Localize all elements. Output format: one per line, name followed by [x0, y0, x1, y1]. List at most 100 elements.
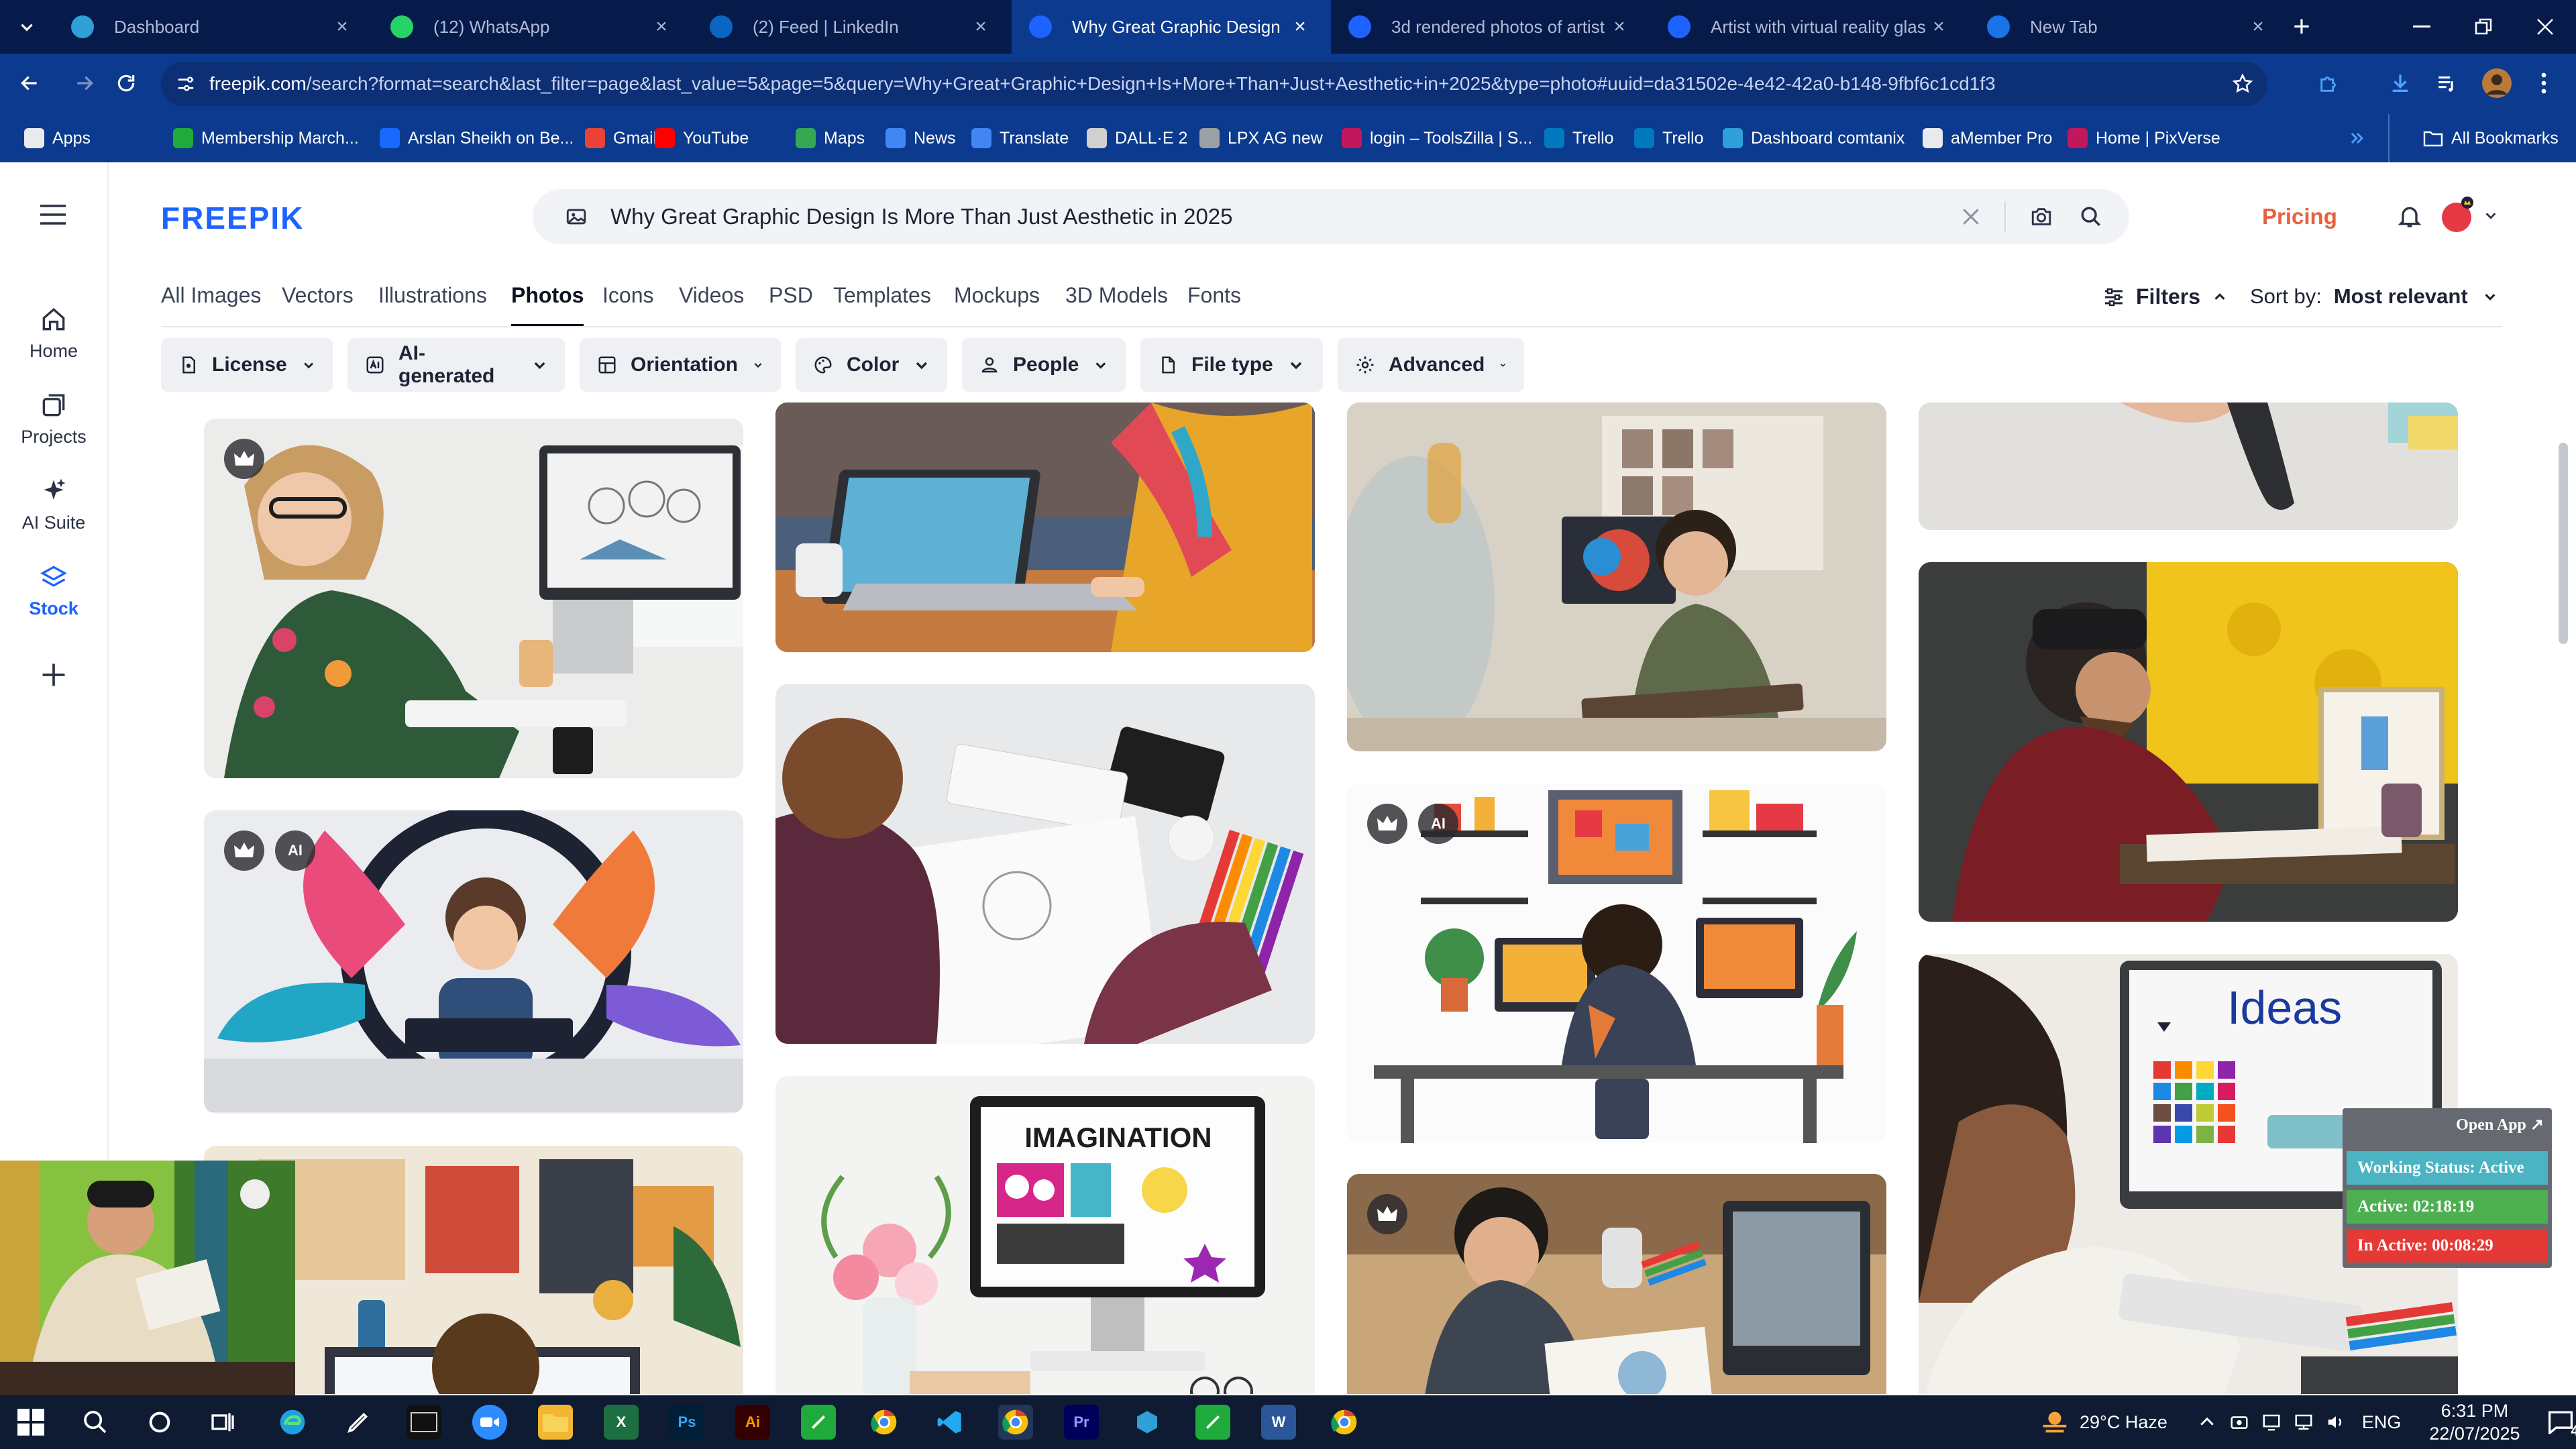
search-taskbar-button[interactable]	[82, 1409, 109, 1436]
result-image-card[interactable]	[1919, 402, 2458, 530]
browser-tab[interactable]: New Tab ×	[1970, 0, 2289, 54]
bookmark-item[interactable]: aMember Pro	[1923, 114, 2052, 162]
category-tab[interactable]: 3D Models	[1065, 283, 1168, 327]
category-tab[interactable]: Illustrations	[378, 283, 487, 327]
network-icon[interactable]	[2294, 1412, 2314, 1432]
clock[interactable]: 6:31 PM 22/07/2025	[2429, 1399, 2520, 1445]
result-image-card[interactable]	[775, 684, 1315, 1044]
browser-tab[interactable]: Why Great Graphic Design Is M×	[1012, 0, 1331, 54]
browser-tab[interactable]: 3d rendered photos of artist m ×	[1331, 0, 1650, 54]
result-image-card[interactable]: IMAGINATION	[775, 1076, 1315, 1394]
browser-tab[interactable]: Artist with virtual reality glasse ×	[1650, 0, 1970, 54]
category-tab[interactable]: Fonts	[1187, 283, 1241, 327]
start-button[interactable]	[17, 1409, 44, 1436]
bookmark-item[interactable]: LPX AG new	[1199, 114, 1323, 162]
restore-button[interactable]	[2453, 0, 2514, 54]
category-tab[interactable]: Videos	[679, 283, 744, 327]
media-controls-button[interactable]	[2428, 64, 2466, 102]
close-window-button[interactable]	[2514, 0, 2576, 54]
clear-icon[interactable]	[1960, 206, 1982, 227]
all-bookmarks[interactable]: All Bookmarks	[2388, 114, 2559, 162]
filter-chip-advanced[interactable]: Advanced	[1338, 338, 1524, 392]
bookmark-item[interactable]: Home | PixVerse	[2068, 114, 2220, 162]
tab-close-icon[interactable]: ×	[1606, 15, 1633, 38]
taskbar-app-green[interactable]	[801, 1405, 836, 1440]
tab-close-icon[interactable]: ×	[1287, 15, 1313, 38]
bookmark-apps[interactable]: Apps	[24, 114, 91, 162]
taskbar-app-vscode[interactable]	[932, 1405, 967, 1440]
result-image-card[interactable]	[1347, 1174, 1886, 1394]
category-tab[interactable]: Mockups	[954, 283, 1040, 327]
filter-chip-people[interactable]: People	[962, 338, 1126, 392]
reload-button[interactable]	[107, 64, 145, 102]
result-image-card[interactable]	[204, 419, 743, 778]
camera-icon[interactable]	[2030, 205, 2053, 228]
search-bar[interactable]: Why Great Graphic Design Is More Than Ju…	[533, 189, 2129, 244]
forward-button[interactable]	[66, 64, 103, 102]
taskbar-app-edge[interactable]	[275, 1405, 310, 1440]
task-view-button[interactable]	[209, 1409, 236, 1436]
hamburger-menu-button[interactable]	[39, 204, 67, 225]
chevron-up-icon[interactable]	[2197, 1412, 2217, 1432]
bookmark-item[interactable]: login – ToolsZilla | S...	[1342, 114, 1532, 162]
freepik-logo[interactable]: FREEPIK	[161, 200, 304, 236]
taskbar-app-word[interactable]: W	[1261, 1405, 1296, 1440]
camera-tray-icon[interactable]	[2229, 1412, 2249, 1432]
image-search-icon[interactable]	[565, 205, 588, 228]
filter-chip-license[interactable]: License	[161, 338, 333, 392]
taskbar-app-photoshop[interactable]: Ps	[669, 1405, 704, 1440]
page-scrollbar[interactable]	[2559, 443, 2568, 644]
bookmark-item[interactable]: Trello	[1634, 114, 1704, 162]
result-image-card[interactable]: AI	[204, 810, 743, 1114]
pricing-link[interactable]: Pricing	[2262, 204, 2337, 229]
bookmark-item[interactable]: DALL·E 2	[1087, 114, 1187, 162]
category-tab[interactable]: PSD	[769, 283, 813, 327]
extensions-button[interactable]	[2310, 64, 2348, 102]
cortana-button[interactable]	[146, 1409, 173, 1436]
bookmark-item[interactable]: Maps	[796, 114, 865, 162]
tab-close-icon[interactable]: ×	[967, 15, 994, 38]
sort-dropdown[interactable]: Sort by: Most relevant	[2250, 284, 2498, 309]
taskbar-app-chrome-3[interactable]	[1327, 1405, 1362, 1440]
address-bar[interactable]: freepik.com/search?format=search&last_fi…	[161, 62, 2267, 106]
bookmark-item[interactable]: Trello	[1544, 114, 1614, 162]
taskbar-app-excel[interactable]: X	[604, 1405, 639, 1440]
search-icon[interactable]	[2080, 205, 2102, 228]
screen-icon[interactable]	[2261, 1412, 2282, 1432]
downloads-button[interactable]	[2381, 64, 2419, 102]
taskbar-app-explorer[interactable]	[538, 1405, 573, 1440]
taskbar-app-premiere[interactable]: Pr	[1064, 1405, 1099, 1440]
weather-text[interactable]: 29°C Haze	[2080, 1412, 2167, 1433]
taskbar-app-zoom[interactable]	[472, 1405, 507, 1440]
bookmark-item[interactable]: Dashboard comtanix	[1723, 114, 1904, 162]
browser-tab[interactable]: (12) WhatsApp ×	[373, 0, 692, 54]
result-image-card[interactable]: AI	[1347, 784, 1886, 1143]
taskbar-app-terminal[interactable]	[407, 1405, 441, 1440]
bookmark-item[interactable]: YouTube	[655, 114, 749, 162]
sidebar-item-home[interactable]: Home	[0, 305, 107, 362]
category-tab[interactable]: Photos	[511, 283, 584, 327]
tab-close-icon[interactable]: ×	[1925, 15, 1952, 38]
result-image-card[interactable]	[1919, 562, 2458, 922]
bookmark-item[interactable]: Gmail	[585, 114, 657, 162]
tab-close-icon[interactable]: ×	[2245, 15, 2271, 38]
volume-icon[interactable]	[2326, 1412, 2346, 1432]
new-tab-button[interactable]: +	[2278, 0, 2325, 54]
tab-close-icon[interactable]: ×	[648, 15, 675, 38]
filter-chip-color[interactable]: Color	[796, 338, 947, 392]
back-button[interactable]	[11, 64, 48, 102]
notification-center-button[interactable]: 4	[2547, 1410, 2576, 1439]
category-tab[interactable]: Vectors	[282, 283, 354, 327]
bookmark-item[interactable]: Arslan Sheikh on Be...	[380, 114, 574, 162]
site-info-icon[interactable]	[176, 74, 196, 94]
tab-close-icon[interactable]: ×	[329, 15, 356, 38]
filter-chip-orientation[interactable]: Orientation	[580, 338, 781, 392]
sidebar-item-projects[interactable]: Projects	[0, 390, 107, 447]
bookmark-item[interactable]: Translate	[971, 114, 1069, 162]
bookmarks-overflow[interactable]	[2348, 114, 2367, 162]
tab-search-button[interactable]	[0, 0, 54, 54]
profile-avatar[interactable]	[2478, 64, 2516, 102]
category-tab[interactable]: Icons	[602, 283, 653, 327]
notifications-button[interactable]	[2396, 203, 2423, 229]
category-tab[interactable]: Templates	[833, 283, 931, 327]
